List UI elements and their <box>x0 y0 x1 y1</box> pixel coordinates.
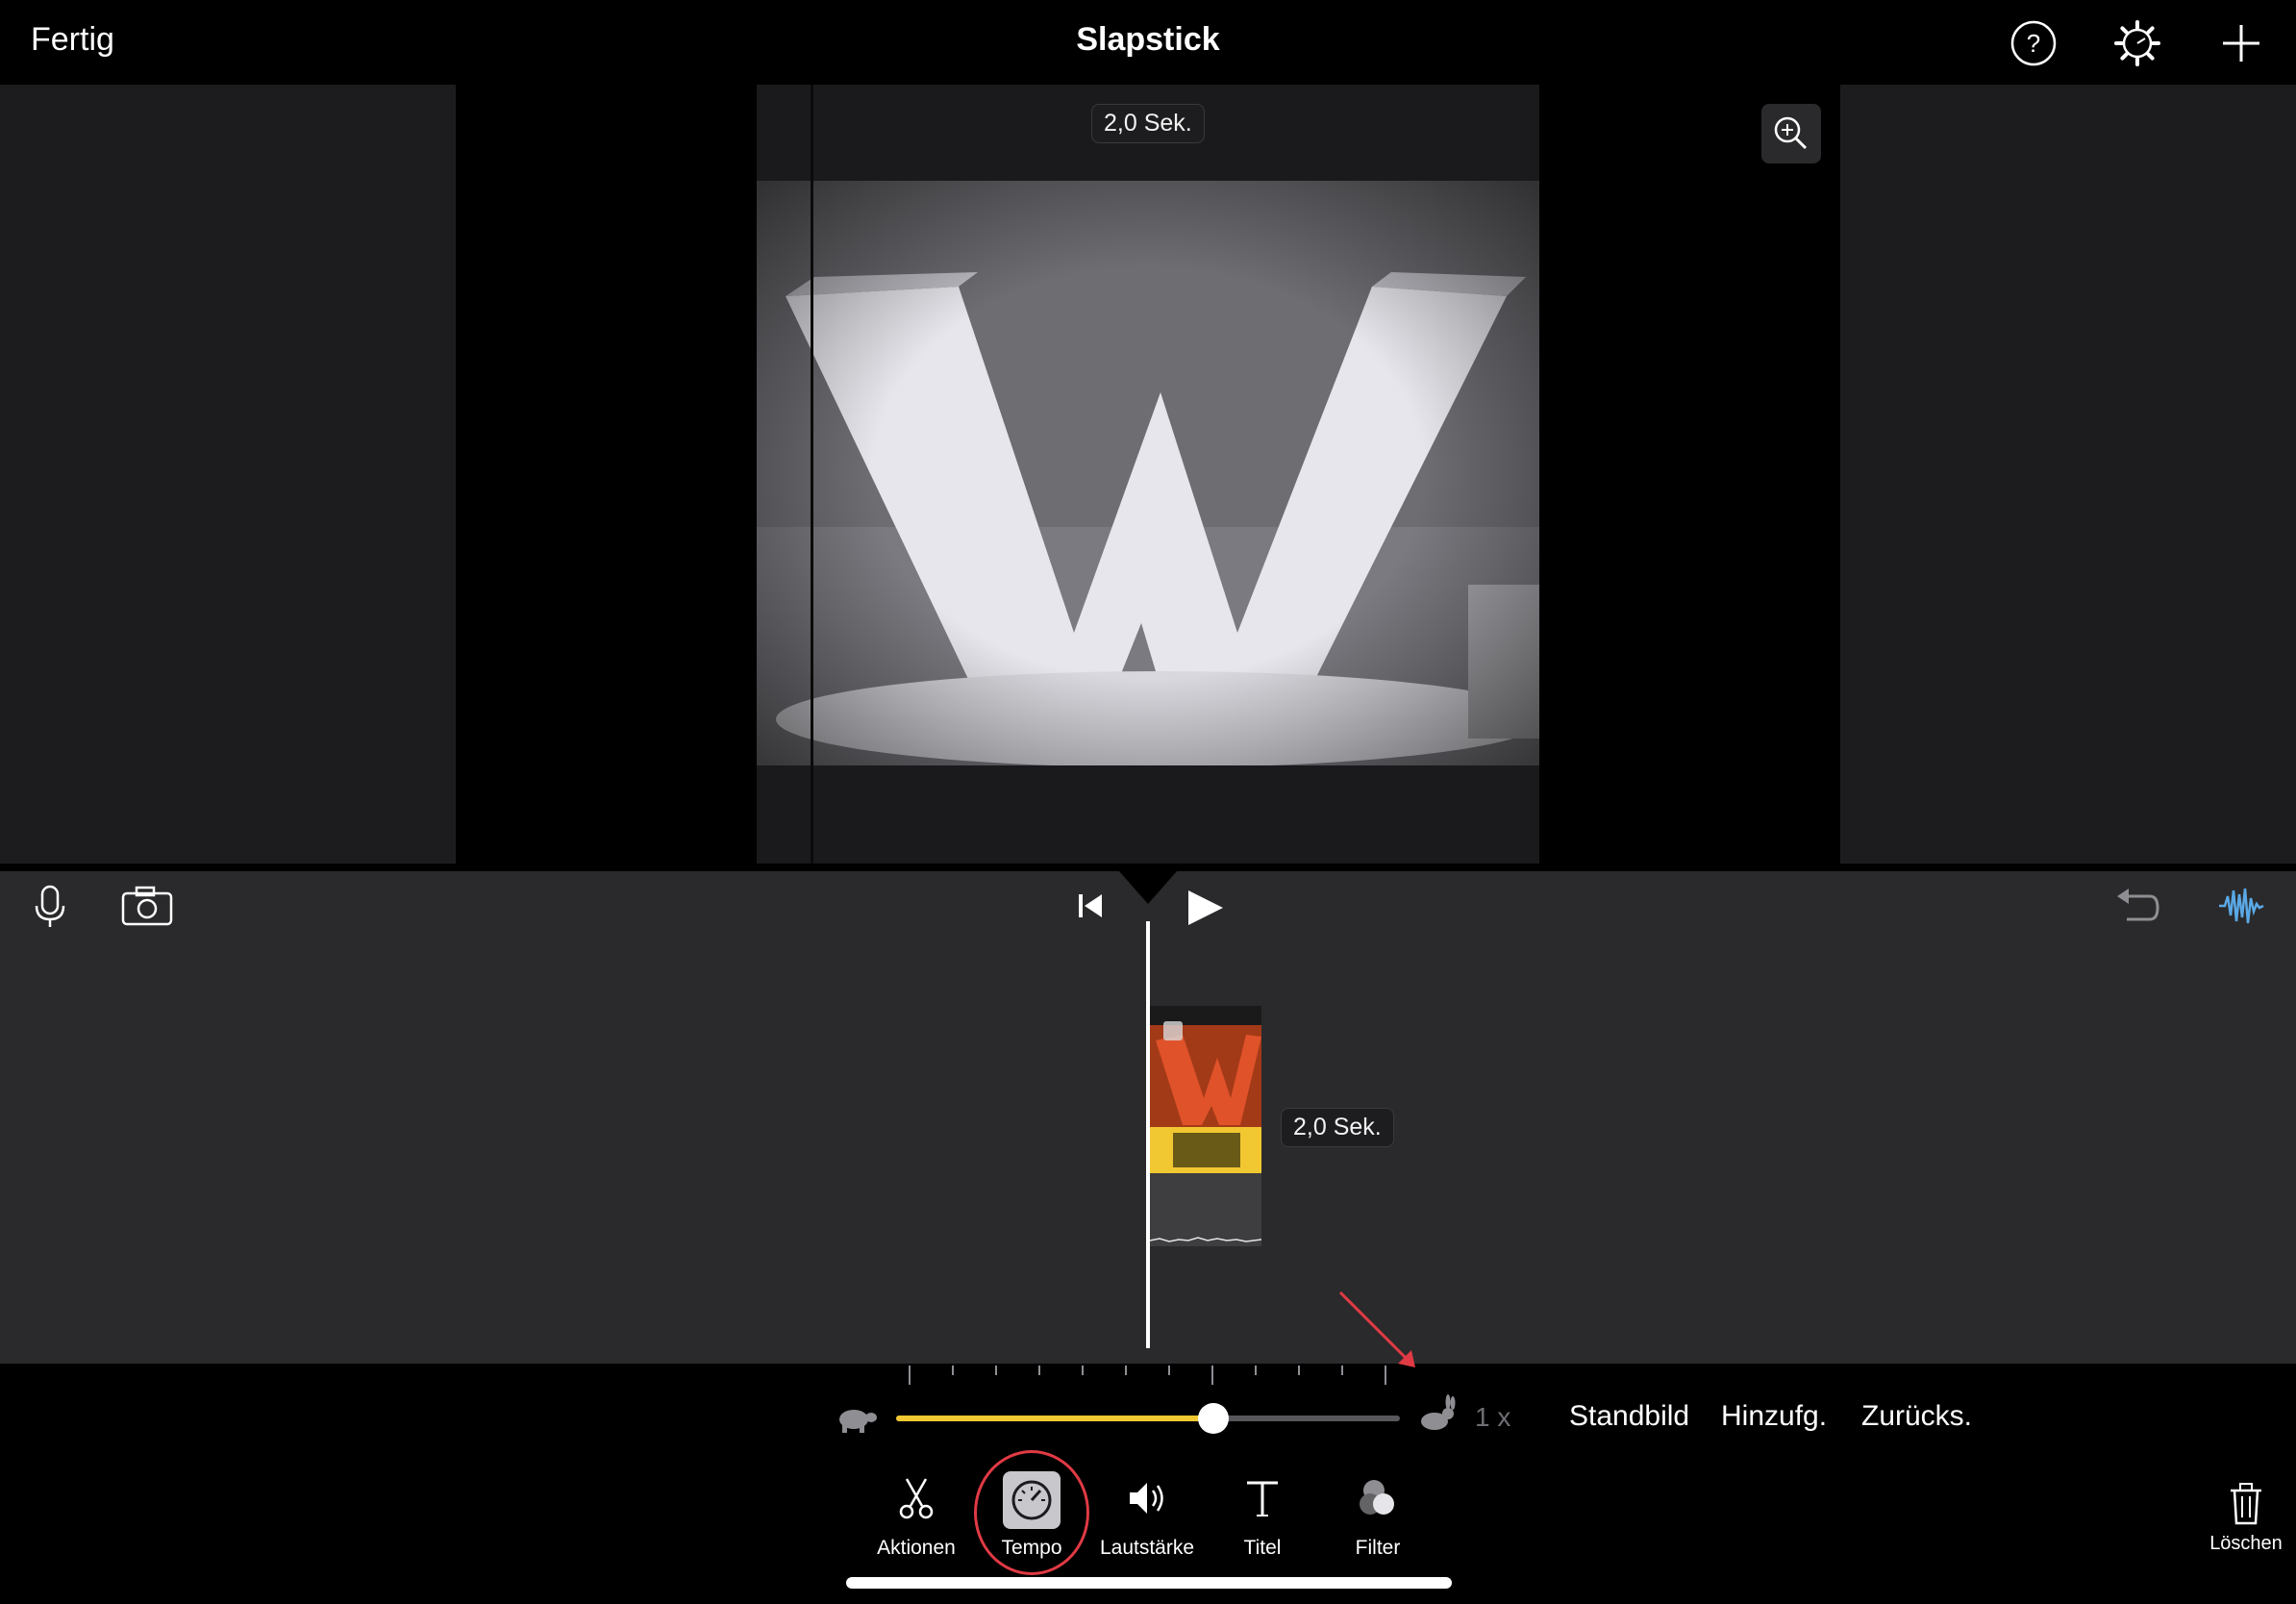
viewer-side-panel-left <box>0 85 456 864</box>
clip-duration-badge: 2,0 Sek. <box>1281 1108 1394 1147</box>
clip-speed-range <box>1173 1133 1240 1167</box>
speed-value-label: 1 x <box>1475 1402 1511 1432</box>
viewer-side-panel-right <box>1840 85 2296 864</box>
add-speed-range-button[interactable]: Hinzufg. <box>1721 1400 1827 1433</box>
viewer-duration-badge: 2,0 Sek. <box>1091 104 1205 143</box>
reset-speed-button[interactable]: Zurücks. <box>1861 1400 1972 1433</box>
tool-filter[interactable]: Filter <box>1325 1471 1431 1567</box>
annotation-arrow <box>1338 1291 1415 1367</box>
camera-icon[interactable] <box>119 885 175 927</box>
microphone-icon[interactable] <box>29 883 71 931</box>
scissors-icon <box>899 1478 934 1519</box>
zoom-in-icon <box>1774 116 1808 150</box>
frame-edge-line <box>811 85 813 864</box>
top-bar: Fertig Slapstick ? <box>0 0 2296 85</box>
playhead-marker <box>1119 871 1177 904</box>
tool-actions[interactable]: Aktionen <box>863 1471 969 1567</box>
speed-scale-ticks <box>909 1366 1386 1385</box>
filter-circles-icon <box>1360 1480 1394 1515</box>
rabbit-icon <box>1421 1394 1456 1430</box>
help-icon[interactable]: ? <box>2008 17 2059 69</box>
tool-filter-label: Filter <box>1355 1537 1401 1559</box>
clip-thumbnail <box>1150 1006 1261 1127</box>
svg-text:?: ? <box>2027 29 2040 58</box>
speed-slider-track[interactable] <box>896 1403 1400 1434</box>
tool-volume-label: Lautstärke <box>1099 1537 1195 1559</box>
skip-to-start-icon[interactable] <box>1075 890 1108 921</box>
project-title: Slapstick <box>1076 21 1220 58</box>
clip-speed-bar[interactable] <box>1150 1127 1261 1173</box>
tool-titles[interactable]: Titel <box>1210 1471 1315 1567</box>
settings-gear-icon[interactable] <box>2111 17 2163 69</box>
speaker-icon <box>1130 1483 1163 1514</box>
undo-icon[interactable] <box>2113 885 2161 927</box>
tool-actions-label: Aktionen <box>877 1537 956 1559</box>
zoom-button[interactable] <box>1761 104 1821 163</box>
tool-volume[interactable]: Lautstärke <box>1094 1471 1200 1567</box>
delete-button[interactable]: Löschen <box>2200 1477 2292 1564</box>
tool-titles-label: Titel <box>1243 1537 1282 1559</box>
speed-slider-fill <box>896 1416 1214 1421</box>
clip-audio-track <box>1149 1173 1262 1246</box>
tempo-highlight-annotation <box>974 1450 1089 1575</box>
turtle-icon <box>839 1410 877 1433</box>
speed-slider-knob[interactable] <box>1198 1403 1230 1434</box>
timeline-clip[interactable] <box>1149 1006 1262 1246</box>
video-preview[interactable]: 2,0 Sek. <box>757 85 1539 864</box>
freeze-frame-button[interactable]: Standbild <box>1569 1400 1689 1433</box>
add-icon[interactable] <box>2215 17 2267 69</box>
trash-icon <box>2231 1483 2261 1525</box>
play-icon[interactable] <box>1185 887 1227 929</box>
delete-label: Löschen <box>2209 1533 2283 1554</box>
video-frame-image <box>757 181 1539 765</box>
audio-waveform-icon[interactable] <box>2217 883 2265 929</box>
video-frame <box>757 181 1539 765</box>
home-indicator[interactable] <box>846 1577 1452 1589</box>
title-t-icon <box>1247 1481 1278 1516</box>
